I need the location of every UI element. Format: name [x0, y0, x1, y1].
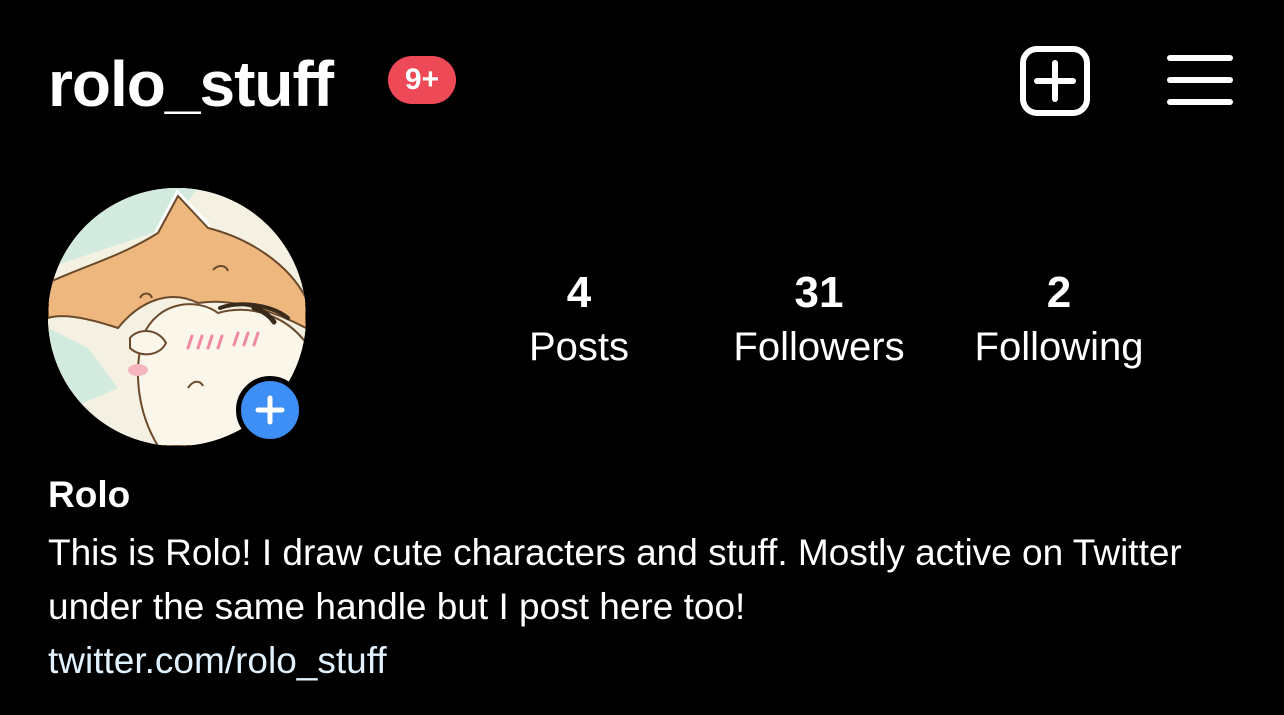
followers-stat[interactable]: 31 Followers [699, 266, 939, 374]
followers-label: Followers [733, 325, 905, 369]
profile-link[interactable]: twitter.com/rolo_stuff [48, 634, 387, 688]
notification-badge[interactable]: 9+ [388, 56, 456, 104]
menu-button[interactable] [1164, 48, 1236, 112]
plus-square-icon [1020, 46, 1090, 116]
following-label: Following [974, 325, 1144, 369]
add-story-button[interactable] [236, 376, 304, 444]
plus-icon [255, 395, 285, 425]
profile-header: rolo_stuff 9+ [0, 0, 1284, 170]
following-count: 2 [1046, 268, 1072, 317]
username-title[interactable]: rolo_stuff [48, 44, 334, 124]
posts-label: Posts [528, 325, 630, 369]
posts-count: 4 [566, 268, 592, 317]
following-stat[interactable]: 2 Following [939, 266, 1179, 374]
display-name: Rolo [48, 474, 131, 515]
bio-text: This is Rolo! I draw cute characters and… [48, 532, 1182, 627]
new-post-button[interactable] [1018, 44, 1092, 118]
hamburger-menu-icon [1167, 55, 1233, 105]
posts-stat[interactable]: 4 Posts [459, 266, 699, 374]
followers-count: 31 [794, 268, 844, 317]
